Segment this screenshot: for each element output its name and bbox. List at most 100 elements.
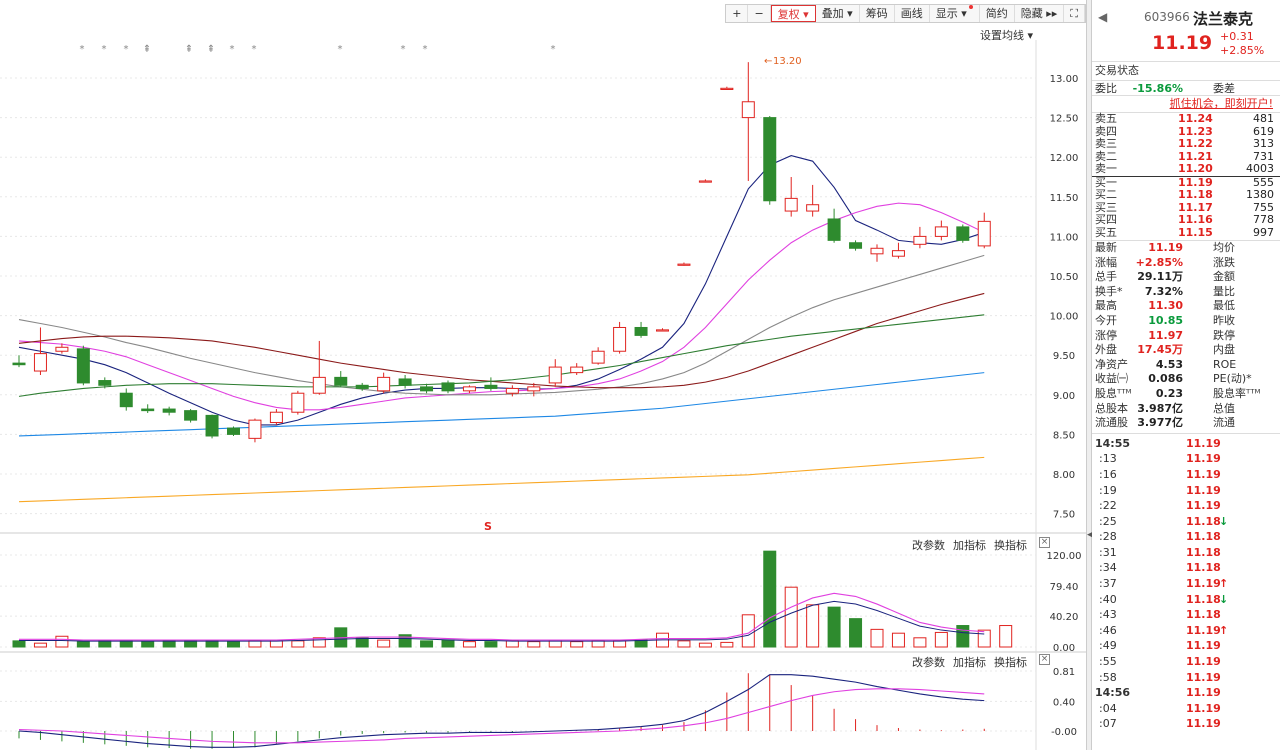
add-indicator-button[interactable]: 加指标 — [953, 537, 986, 553]
tick-time: :55 — [1099, 655, 1117, 669]
volume-tick-label: 120.00 — [1047, 551, 1082, 562]
tick-time: :40 — [1099, 592, 1117, 606]
order-label: 买四 — [1095, 213, 1117, 226]
tick-time: 14:56 — [1095, 686, 1131, 700]
tick-row: :40 11.18 ↓ — [1092, 592, 1280, 608]
candle-body — [591, 350, 605, 364]
stat-value: 7.32% — [1144, 284, 1183, 298]
candle-body — [484, 384, 498, 389]
stat-value: +2.85% — [1135, 255, 1183, 269]
candle-body — [184, 410, 198, 421]
tick-time: :13 — [1099, 452, 1117, 466]
tick-row: :04 11.19 — [1092, 701, 1280, 717]
tick-list[interactable]: 14:55 11.19:13 11.19:16 11.19:19 11.19:22 11.… — [1092, 434, 1280, 732]
close-icon[interactable]: × — [1039, 537, 1050, 548]
stat-row: 涨停 11.97 跌停 — [1092, 329, 1280, 344]
change-params-button[interactable]: 改参数 — [912, 654, 945, 670]
candle-body — [269, 411, 283, 424]
kline-chart[interactable]: 13.00 12.50 12.00 11.50 11.00 10.50 10.00 9.50 9… — [0, 0, 1086, 750]
candle-body — [570, 366, 584, 374]
candle-body — [527, 386, 541, 392]
volume-bar — [119, 640, 133, 648]
event-marker: * — [551, 44, 556, 55]
weibi-row: 委比 -15.86% 委差 — [1092, 80, 1280, 95]
tick-price: 11.18 — [1186, 530, 1221, 544]
switch-indicator-button[interactable]: 换指标 — [994, 537, 1027, 553]
volume-bar — [634, 639, 648, 648]
volume-bar — [891, 632, 905, 648]
candle-body — [12, 362, 26, 366]
stat-row: 流通股 3.977亿 流通 — [1092, 416, 1280, 431]
back-icon[interactable]: ◀ — [1098, 10, 1107, 24]
event-marker: ⇞ — [185, 44, 193, 55]
stock-name: 法兰泰克 — [1193, 10, 1254, 28]
tick-price: 11.19 — [1186, 467, 1221, 481]
tick-row: :34 11.18 — [1092, 560, 1280, 576]
event-marker: * — [102, 44, 107, 55]
stat-row: 收益㈠ 0.086 PE(动)* — [1092, 372, 1280, 387]
order-qty: 481 — [1253, 112, 1274, 125]
candle-body — [248, 419, 262, 439]
volume-bar — [527, 641, 541, 648]
candle-body — [677, 263, 691, 266]
candle-body — [827, 218, 841, 241]
event-marker: * — [230, 44, 235, 55]
stat-label: 流通股 — [1095, 416, 1128, 430]
change-params-button[interactable]: 改参数 — [912, 537, 945, 553]
volume-bar — [763, 550, 777, 648]
volume-bar — [870, 628, 884, 648]
stat-row: 最新 11.19 均价 — [1092, 241, 1280, 256]
tick-time: :34 — [1099, 561, 1117, 575]
tick-price: 11.19 — [1186, 670, 1221, 684]
candle-body — [462, 386, 476, 392]
tick-price: 11.19 — [1186, 623, 1221, 637]
order-row[interactable]: 买五 11.15 997 — [1092, 226, 1280, 240]
volume-bar — [505, 640, 519, 648]
tick-price: 11.19 — [1186, 452, 1221, 466]
peak-arrow-icon: ← — [764, 56, 772, 67]
add-indicator-button[interactable]: 加指标 — [953, 654, 986, 670]
order-row[interactable]: 卖一 11.20 4003 — [1092, 162, 1280, 176]
tick-time: :46 — [1099, 623, 1117, 637]
open-account-link[interactable]: 抓住机会，即刻开户! — [1170, 96, 1273, 111]
volume-bar — [956, 625, 970, 648]
order-row[interactable]: 买二 11.18 1380 — [1092, 188, 1280, 202]
candle-body — [227, 427, 240, 435]
stat-row: 今开 10.85 昨收 — [1092, 314, 1280, 329]
tick-time: :22 — [1099, 499, 1117, 513]
tick-row: :16 11.19 — [1092, 467, 1280, 483]
stat-label2: 总值 — [1213, 401, 1235, 415]
stat-label: 最高 — [1095, 299, 1117, 313]
macd-tick-label: -0.00 — [1051, 727, 1077, 738]
order-row[interactable]: 卖三 11.22 313 — [1092, 137, 1280, 151]
stat-label2: 金额 — [1213, 270, 1235, 284]
tick-row: :28 11.18 — [1092, 529, 1280, 545]
event-marker: * — [124, 44, 129, 55]
order-price: 11.16 — [1178, 213, 1213, 226]
order-row[interactable]: 卖五 11.24 481 — [1092, 112, 1280, 126]
tick-price: 11.19 — [1186, 483, 1221, 497]
tick-price: 11.18 — [1186, 514, 1221, 528]
candle-body — [548, 366, 562, 384]
stat-value: 29.11万 — [1137, 270, 1183, 284]
candle-body — [977, 220, 991, 247]
close-icon[interactable]: × — [1039, 654, 1050, 665]
candle-body — [334, 376, 348, 386]
candle-body — [870, 247, 884, 255]
candle-body — [98, 380, 112, 386]
stat-label: 外盘 — [1095, 343, 1117, 357]
price-tick-label: 13.00 — [1050, 74, 1079, 85]
stat-row: 总股本 3.987亿 总值 — [1092, 402, 1280, 417]
tick-time: :04 — [1099, 701, 1117, 715]
volume-bar — [677, 640, 691, 648]
tick-row: 14:56 11.19 — [1092, 685, 1280, 701]
chart-area[interactable]: + − 复权 ▾ 叠加 ▾ 筹码 画线 显示 ▾ 简约 隐藏 ▸▸ ⛶ 设置均线 ▾ 13.00 1… — [0, 0, 1086, 750]
order-row[interactable]: 买四 11.16 778 — [1092, 213, 1280, 227]
volume-bar — [12, 640, 26, 648]
tick-time: :31 — [1099, 545, 1117, 559]
switch-indicator-button[interactable]: 换指标 — [994, 654, 1027, 670]
stat-row: 净资产 4.53 ROE — [1092, 358, 1280, 373]
tick-time: :49 — [1099, 639, 1117, 653]
stat-row: 总手 29.11万 金额 — [1092, 270, 1280, 285]
volume-panel-menu: 改参数 加指标 换指标 × — [912, 537, 1050, 553]
